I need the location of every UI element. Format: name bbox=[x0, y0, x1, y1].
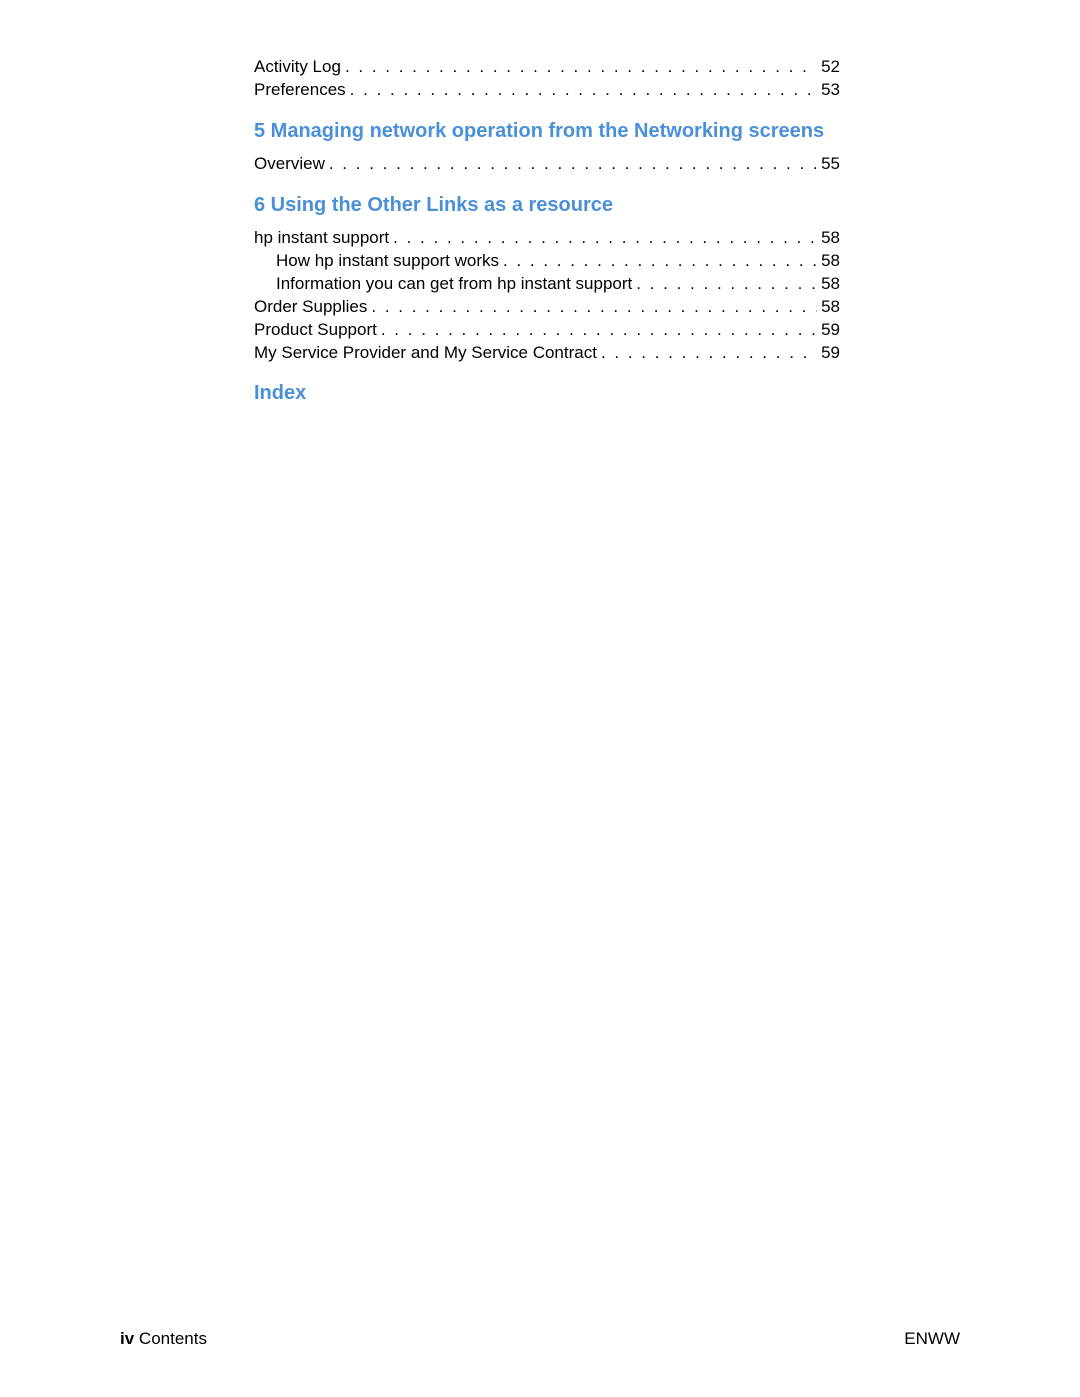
toc-page: 58 bbox=[817, 273, 840, 296]
toc-dots bbox=[632, 273, 817, 296]
toc-page: 59 bbox=[817, 342, 840, 365]
section-5-heading[interactable]: 5 Managing network operation from the Ne… bbox=[254, 120, 840, 143]
toc-page: 58 bbox=[817, 227, 840, 250]
index-heading[interactable]: Index bbox=[254, 382, 840, 405]
toc-dots bbox=[346, 79, 817, 102]
footer-section-label: Contents bbox=[139, 1329, 207, 1348]
toc-entry[interactable]: How hp instant support works 58 bbox=[254, 250, 840, 273]
toc-entry[interactable]: Information you can get from hp instant … bbox=[254, 273, 840, 296]
toc-page: 58 bbox=[817, 250, 840, 273]
toc-label: Information you can get from hp instant … bbox=[276, 273, 632, 296]
toc-dots bbox=[377, 319, 817, 342]
toc-label: Activity Log bbox=[254, 56, 341, 79]
footer-page-number: iv bbox=[120, 1329, 134, 1348]
toc-dots bbox=[341, 56, 817, 79]
toc-content: Activity Log 52 Preferences 53 5 Managin… bbox=[254, 56, 840, 405]
toc-page: 55 bbox=[817, 153, 840, 176]
toc-label: Product Support bbox=[254, 319, 377, 342]
toc-entry[interactable]: Overview 55 bbox=[254, 153, 840, 176]
toc-page: 53 bbox=[817, 79, 840, 102]
toc-dots bbox=[499, 250, 817, 273]
toc-label: Preferences bbox=[254, 79, 346, 102]
toc-page: 52 bbox=[817, 56, 840, 79]
page-footer: iv Contents ENWW bbox=[120, 1329, 960, 1349]
toc-dots bbox=[367, 296, 817, 319]
toc-label: Overview bbox=[254, 153, 325, 176]
section-6-heading[interactable]: 6 Using the Other Links as a resource bbox=[254, 194, 840, 217]
toc-dots bbox=[325, 153, 817, 176]
footer-right: ENWW bbox=[904, 1329, 960, 1349]
toc-entry[interactable]: Product Support 59 bbox=[254, 319, 840, 342]
toc-entry[interactable]: hp instant support 58 bbox=[254, 227, 840, 250]
toc-page: 58 bbox=[817, 296, 840, 319]
toc-entry[interactable]: Order Supplies 58 bbox=[254, 296, 840, 319]
toc-dots bbox=[597, 342, 817, 365]
toc-entry[interactable]: Activity Log 52 bbox=[254, 56, 840, 79]
toc-entry[interactable]: Preferences 53 bbox=[254, 79, 840, 102]
toc-entry[interactable]: My Service Provider and My Service Contr… bbox=[254, 342, 840, 365]
toc-page: 59 bbox=[817, 319, 840, 342]
toc-label: Order Supplies bbox=[254, 296, 367, 319]
toc-label: My Service Provider and My Service Contr… bbox=[254, 342, 597, 365]
toc-label: How hp instant support works bbox=[276, 250, 499, 273]
footer-left: iv Contents bbox=[120, 1329, 207, 1349]
toc-label: hp instant support bbox=[254, 227, 389, 250]
toc-dots bbox=[389, 227, 817, 250]
